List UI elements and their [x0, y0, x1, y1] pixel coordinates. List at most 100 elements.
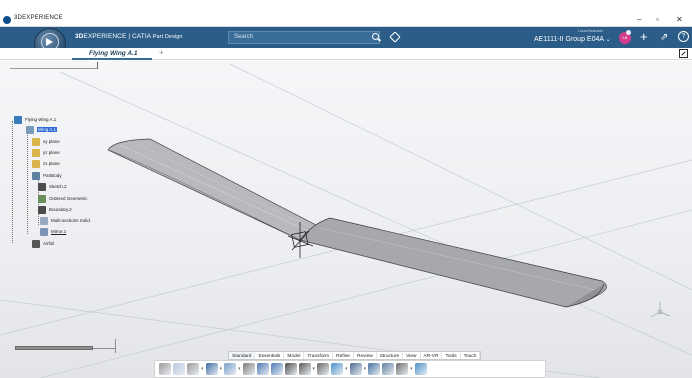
chevron-down-icon[interactable]: ▾ — [313, 366, 316, 372]
settings-icon[interactable] — [396, 363, 409, 375]
chevron-down-icon[interactable]: ▾ — [201, 366, 204, 372]
tree-node[interactable]: Flying Wing A.1 — [14, 115, 56, 124]
normal-view-icon[interactable] — [317, 363, 330, 375]
boundary-icon — [38, 205, 46, 214]
tree-connector — [27, 131, 28, 234]
tree-node-label: Mirror.1 — [51, 229, 67, 234]
app-logo-icon — [3, 16, 11, 24]
tree-node-label: xy plane — [43, 139, 60, 144]
tree-node-label: Flying Wing A.1 — [25, 117, 57, 122]
tree-node-label: Boundary.2 — [49, 207, 72, 212]
maximize-icon[interactable] — [679, 49, 688, 58]
chevron-down-icon[interactable]: ▾ — [410, 366, 413, 372]
tree-node[interactable]: xy plane — [32, 137, 60, 146]
tab-label: Flying Wing A.1 — [89, 50, 138, 57]
app-title-rest: EXPERIENCE | CATIA — [83, 33, 151, 40]
tree-node-label: Sketch.2 — [49, 184, 67, 189]
help-icon[interactable]: ? — [678, 31, 689, 42]
undo-icon[interactable] — [205, 363, 218, 375]
section-tab-standard[interactable]: Standard — [229, 352, 256, 359]
horizontal-scrollbar[interactable] — [15, 346, 93, 350]
search-input[interactable]: Search — [228, 31, 380, 44]
tree-node-label: Wing A.1 — [37, 127, 58, 132]
section-tab-ar-vr[interactable]: AR-VR — [421, 352, 443, 359]
restore-button[interactable]: ▫ — [656, 14, 659, 26]
scroll-track-end — [115, 339, 116, 353]
section-tab-touch[interactable]: Touch — [461, 352, 481, 359]
copy-icon[interactable] — [173, 363, 185, 375]
chevron-down-icon[interactable]: ▾ — [220, 366, 223, 372]
app-title-role: Part Design — [152, 34, 183, 40]
rotate-icon[interactable] — [270, 363, 283, 375]
tree-node[interactable]: PartBody — [32, 171, 62, 180]
right-wing[interactable] — [299, 217, 607, 308]
render-style-icon[interactable] — [349, 363, 362, 375]
section-tab-transform[interactable]: Transform — [304, 352, 334, 359]
share-icon[interactable]: ⇗ — [660, 32, 668, 43]
body-icon — [32, 171, 40, 180]
chevron-down-icon: ⌄ — [605, 37, 611, 43]
brand-logo[interactable]: 3S — [7, 3, 23, 17]
update-icon[interactable] — [224, 363, 237, 375]
tree-connector — [12, 121, 13, 243]
pan-icon[interactable] — [256, 363, 269, 375]
capture-icon[interactable] — [414, 363, 427, 375]
fly-icon[interactable] — [242, 363, 255, 375]
app-title: 3DEXPERIENCE | CATIA Part Design — [75, 33, 183, 40]
section-tab-review[interactable]: Review — [354, 352, 377, 359]
chevron-down-icon[interactable]: ▾ — [238, 366, 241, 372]
loft-icon — [40, 216, 48, 225]
section-tab-view[interactable]: View — [403, 352, 421, 359]
minimize-button[interactable]: – — [637, 14, 641, 26]
tab-bar: Flying Wing A.1 + — [0, 48, 692, 60]
compass-play-icon — [46, 38, 53, 46]
tree-node[interactable]: Boundary.2 — [38, 205, 72, 214]
tree-node-label: zx plane — [43, 161, 60, 166]
paste-icon[interactable] — [187, 363, 199, 375]
add-tab-button[interactable]: + — [159, 48, 164, 57]
section-tab-tools[interactable]: Tools — [442, 352, 461, 359]
section-tab-essentials[interactable]: Essentials — [255, 352, 285, 359]
tree-node[interactable]: Multi-sections Solid. — [40, 216, 91, 225]
plane-icon — [32, 148, 40, 157]
tree-node[interactable]: Airfoil — [32, 239, 54, 248]
plus-icon[interactable]: + — [640, 30, 648, 44]
close-button[interactable]: ✕ — [676, 14, 683, 26]
sketch-icon — [38, 182, 46, 191]
hide-show-icon[interactable] — [368, 363, 381, 375]
section-tab-structure[interactable]: Structure — [377, 352, 404, 359]
mirror-icon — [40, 227, 48, 236]
search-icon[interactable] — [372, 33, 379, 40]
swap-icon[interactable] — [382, 363, 395, 375]
collab-space-selector[interactable]: AE1111-II Group E04A ⌄ — [534, 36, 611, 43]
search-placeholder: Search — [234, 34, 254, 40]
product-icon — [14, 115, 22, 124]
left-wing[interactable] — [107, 138, 319, 241]
chevron-down-icon[interactable]: ▾ — [364, 366, 367, 372]
ground-grid — [0, 63, 692, 378]
axis-gizmo-icon[interactable] — [650, 302, 671, 318]
tree-node-label: Airfoil — [43, 241, 55, 246]
app-title-bold: 3D — [75, 33, 84, 40]
section-tab-refine[interactable]: Refine — [333, 352, 354, 359]
tree-node[interactable]: Wing A.1 — [26, 125, 58, 134]
chevron-down-icon[interactable]: ▾ — [345, 366, 348, 372]
iso-view-icon[interactable] — [331, 363, 344, 375]
action-bar: ▾ ▾ ▾ ▾ ▾ ▾ ▾ — [154, 360, 546, 378]
window-title-bar: 3DEXPERIENCE – ▫ ✕ — [0, 13, 692, 27]
zoom-icon[interactable] — [284, 363, 297, 375]
cut-icon[interactable] — [159, 363, 171, 375]
tree-node[interactable]: yz plane — [32, 148, 60, 157]
tree-node[interactable]: Sketch.2 — [38, 182, 67, 191]
plane-icon — [32, 159, 40, 168]
user-name: Lucas Beaudoin — [578, 29, 604, 33]
tree-node[interactable]: Mirror.1 — [40, 227, 66, 236]
tree-node[interactable]: Ordered Geometric — [38, 194, 88, 203]
3d-viewport[interactable] — [0, 61, 692, 378]
scene-svg — [0, 63, 692, 378]
plane-icon — [32, 137, 40, 146]
tree-node[interactable]: zx plane — [32, 159, 60, 168]
section-tab-model[interactable]: Model — [284, 352, 305, 359]
fit-all-icon[interactable] — [298, 363, 311, 375]
tab-flying-wing[interactable]: Flying Wing A.1 — [72, 48, 152, 60]
